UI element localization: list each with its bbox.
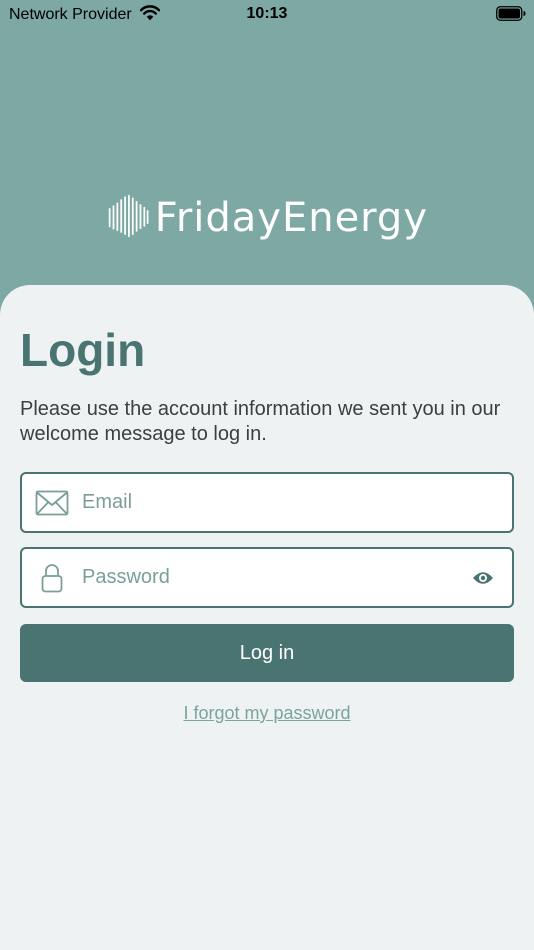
soundwave-logo-icon [108, 194, 149, 238]
password-field[interactable] [20, 547, 514, 608]
lock-icon [41, 563, 63, 593]
page-title: Login [20, 324, 146, 376]
forgot-password-link[interactable]: I forgot my password [0, 703, 534, 724]
login-sheet: Login Please use the account information… [0, 285, 534, 950]
password-input[interactable] [82, 549, 462, 605]
login-button[interactable]: Log in [20, 624, 514, 682]
eye-icon[interactable] [472, 570, 494, 585]
email-field[interactable] [20, 472, 514, 533]
logo-wordmark: FridayEnergy [154, 195, 428, 241]
intro-text: Please use the account information we se… [20, 398, 501, 445]
status-bar: Network Provider 10:13 [0, 0, 534, 28]
battery-icon [496, 6, 526, 26]
email-input[interactable] [82, 474, 462, 530]
status-time: 10:13 [246, 5, 288, 22]
envelope-icon [35, 490, 69, 516]
fridayenergy-logo: FridayEnergy [108, 176, 428, 256]
